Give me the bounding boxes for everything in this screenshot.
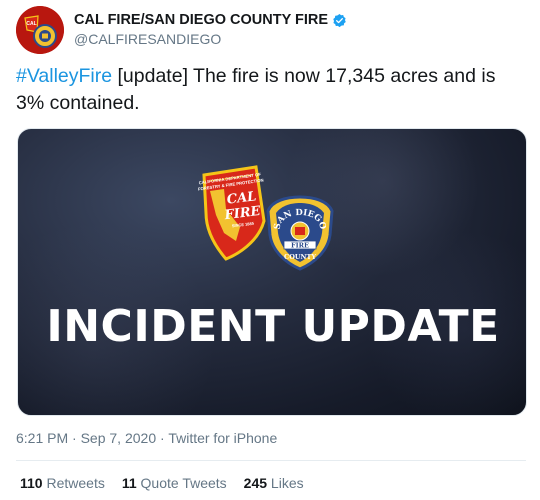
likes-label: Likes xyxy=(267,475,304,491)
retweets-stat[interactable]: 110 Retweets xyxy=(20,475,105,491)
retweets-label: Retweets xyxy=(42,475,105,491)
display-name[interactable]: CAL FIRE/SAN DIEGO COUNTY FIRE xyxy=(74,12,328,28)
tweet-text: #ValleyFire [update] The fire is now 17,… xyxy=(16,63,526,117)
media-image[interactable]: CALIFORNIA DEPARTMENT OF FORESTRY & FIRE… xyxy=(17,128,527,416)
svg-text:CAL: CAL xyxy=(26,21,36,27)
avatar-logo-icon: CAL xyxy=(16,6,64,54)
hashtag-link[interactable]: #ValleyFire xyxy=(16,65,112,87)
tweet-time[interactable]: 6:21 PM xyxy=(16,430,68,446)
quote-tweets-count: 11 xyxy=(121,475,137,491)
tweet-date[interactable]: Sep 7, 2020 xyxy=(81,430,157,446)
divider xyxy=(16,460,526,461)
likes-stat[interactable]: 245 Likes xyxy=(244,475,304,491)
sdcounty-fire-logo-icon: SAN DIEGO FIRE COUNTY xyxy=(266,195,334,271)
account-handle[interactable]: @CALFIRESANDIEGO xyxy=(74,31,221,47)
media-title: INCIDENT UPDATE xyxy=(46,301,500,352)
meta-separator: · xyxy=(156,430,169,446)
calfire-logo-icon: CALIFORNIA DEPARTMENT OF FORESTRY & FIRE… xyxy=(198,165,266,261)
tweet-metadata: 6:21 PM · Sep 7, 2020 · Twitter for iPho… xyxy=(16,430,277,446)
county-logo-banner: FIRE xyxy=(291,242,309,250)
agency-logos: CALIFORNIA DEPARTMENT OF FORESTRY & FIRE… xyxy=(196,149,341,279)
tweet: CAL CAL FIRE/SAN DIEGO COUNTY FIRE @CALF… xyxy=(0,0,540,500)
verified-badge-icon xyxy=(332,13,347,28)
quote-tweets-stat[interactable]: 11 Quote Tweets xyxy=(122,475,227,491)
meta-separator: · xyxy=(68,430,81,446)
name-row: CAL FIRE/SAN DIEGO COUNTY FIRE xyxy=(74,12,347,28)
tweet-header: CAL CAL FIRE/SAN DIEGO COUNTY FIRE @CALF… xyxy=(16,6,516,54)
county-logo-bottom: COUNTY xyxy=(284,253,316,261)
tweet-stats: 110 Retweets 11 Quote Tweets 245 Likes xyxy=(20,475,321,491)
avatar[interactable]: CAL xyxy=(16,6,64,54)
retweets-count: 110 xyxy=(20,475,43,491)
likes-count: 245 xyxy=(243,475,268,491)
tweet-source[interactable]: Twitter for iPhone xyxy=(168,430,277,446)
quote-tweets-label: Quote Tweets xyxy=(136,475,227,491)
